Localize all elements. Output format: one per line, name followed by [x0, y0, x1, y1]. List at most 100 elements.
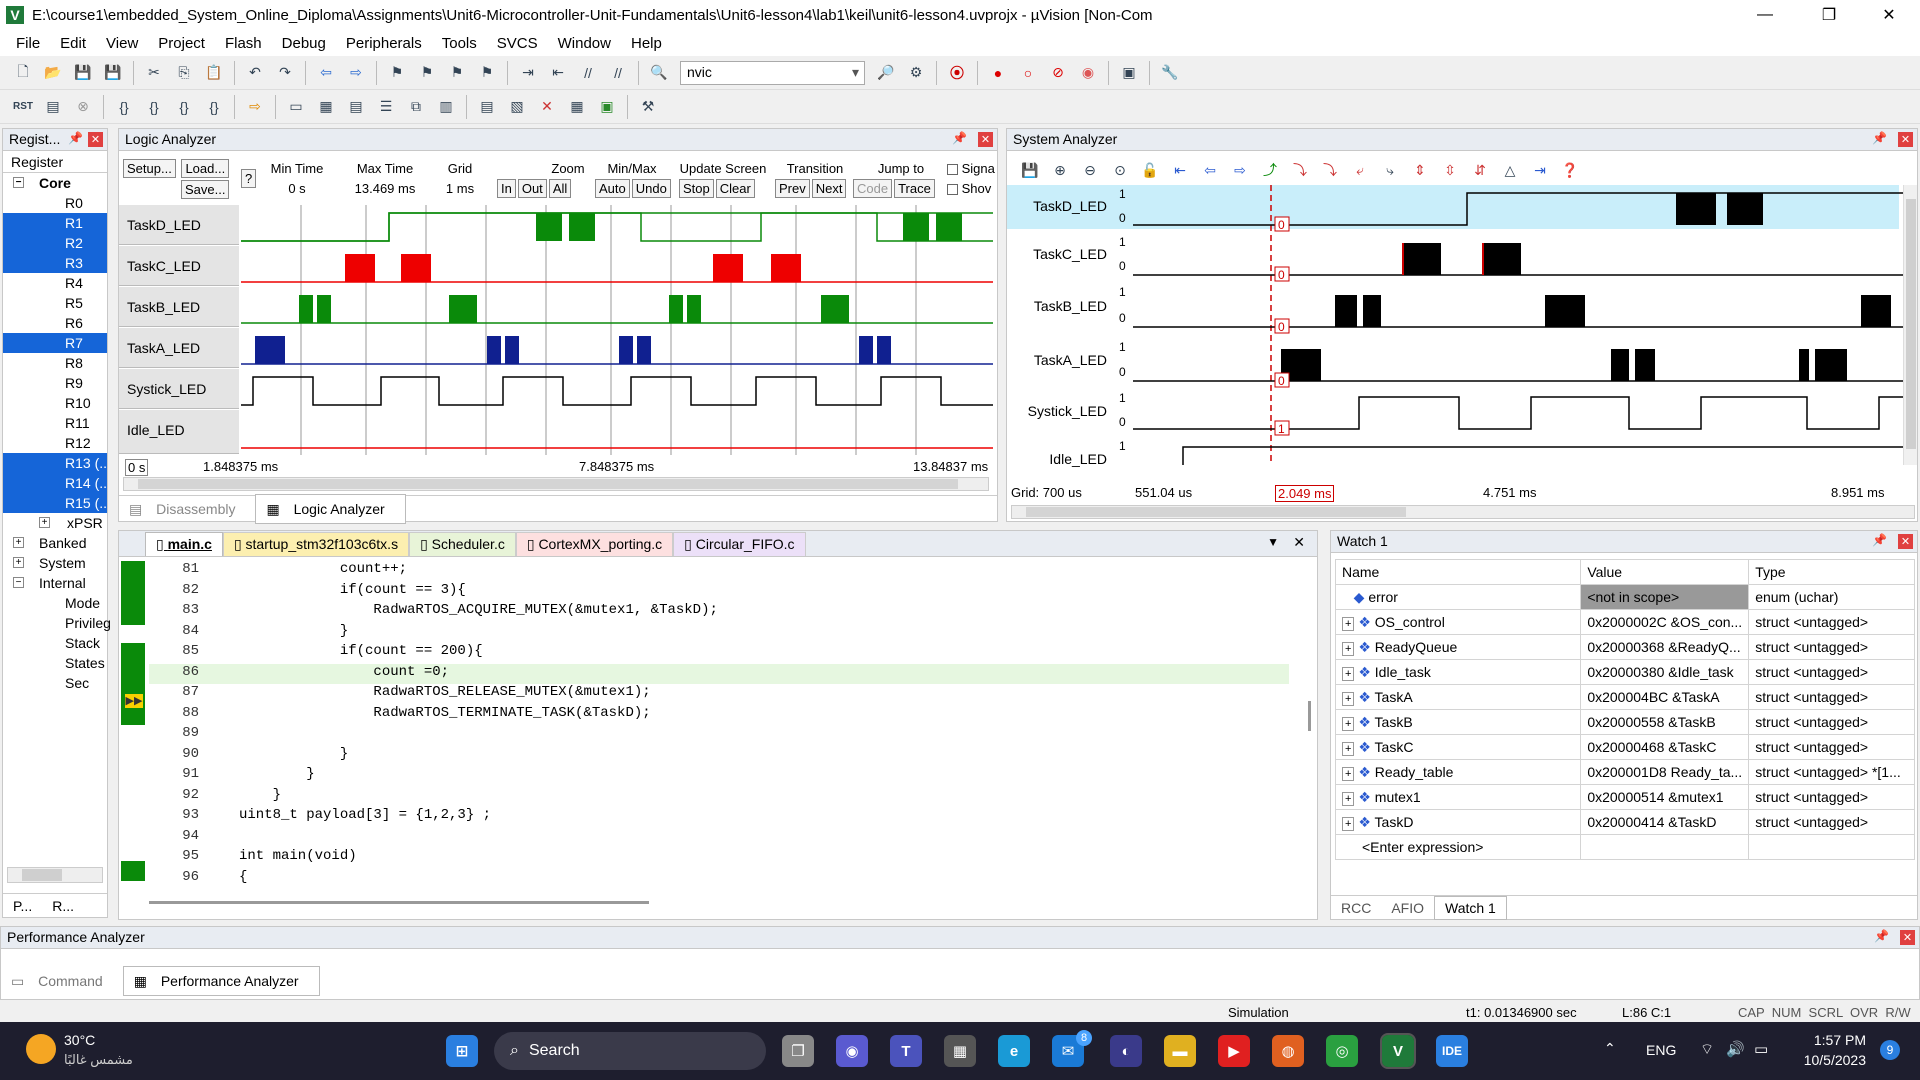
sa-prev-icon[interactable]: ⇦ — [1198, 158, 1222, 182]
toolbox-icon[interactable]: ⚒ — [636, 95, 660, 119]
start-button[interactable]: ⊞ — [446, 1035, 478, 1067]
find-in-files-icon[interactable]: 🔍 — [647, 61, 671, 85]
file-explorer-icon[interactable]: ▬ — [1164, 1035, 1196, 1067]
close-window-button[interactable]: ✕ — [1866, 0, 1912, 30]
register-item[interactable]: R1 — [3, 213, 107, 233]
editor-v-scrollbar[interactable] — [1305, 561, 1315, 891]
close-icon[interactable]: ✕ — [978, 132, 993, 147]
breakpoint-kill-all-icon[interactable]: ◉ — [1076, 61, 1100, 85]
disassembly-window-icon[interactable]: ▦ — [314, 95, 338, 119]
sa-signal-taskc[interactable]: TaskC_LED — [1007, 246, 1129, 262]
code-line[interactable]: 96 { — [149, 869, 1289, 889]
register-item[interactable]: R13 (.. — [3, 453, 107, 473]
notification-badge[interactable]: 9 — [1880, 1040, 1900, 1060]
expand-icon[interactable]: + — [1342, 691, 1355, 706]
core-group[interactable]: − Core — [3, 173, 107, 193]
logic-waveform[interactable] — [241, 205, 993, 455]
register-item[interactable]: R11 — [3, 413, 107, 433]
watch-row[interactable]: + ❖ mutex1 0x20000514 &mutex1 struct <unta… — [1335, 784, 1915, 810]
code-line[interactable]: 86 count =0; — [149, 663, 1289, 684]
minimize-button[interactable]: — — [1742, 0, 1788, 30]
redo-icon[interactable]: ↷ — [273, 61, 297, 85]
task-view-icon[interactable]: ❐ — [782, 1035, 814, 1067]
internal-item[interactable]: Sec — [3, 673, 107, 693]
find-icon[interactable]: 🔎 — [874, 61, 898, 85]
sa-signal-idle[interactable]: Idle_LED — [1007, 451, 1129, 467]
col-name[interactable]: Name — [1335, 559, 1582, 585]
register-item[interactable]: R8 — [3, 353, 107, 373]
pin-icon[interactable]: 📌 — [1874, 929, 1889, 943]
undo-button[interactable]: Undo — [631, 179, 671, 198]
registers-h-scrollbar[interactable] — [7, 867, 103, 883]
nav-back-icon[interactable]: ⇦ — [314, 61, 338, 85]
paste-icon[interactable]: 📋 — [202, 61, 226, 85]
pin-icon[interactable]: 📌 — [952, 131, 967, 145]
internal-item[interactable]: Privileg — [3, 613, 111, 633]
tab-main-c[interactable]: ▯ main.c — [145, 532, 223, 556]
system-group[interactable]: + System — [3, 553, 107, 573]
close-icon[interactable]: ✕ — [1898, 132, 1913, 147]
eclipse-icon[interactable]: ◐ — [1110, 1035, 1142, 1067]
pin-icon[interactable]: 📌 — [68, 131, 83, 145]
zoom-out-button[interactable]: Out — [517, 179, 547, 198]
find-combo[interactable]: nvic — [680, 60, 865, 85]
sa-edge-rise-icon[interactable]: ⤴ — [1258, 158, 1282, 182]
memory-window-icon[interactable]: ▤ — [475, 95, 499, 119]
banked-group[interactable]: + Banked — [3, 533, 107, 553]
edge-icon[interactable]: e — [998, 1035, 1030, 1067]
sa-signal-taskd[interactable]: TaskD_LED — [1007, 198, 1129, 214]
register-item[interactable]: R3 — [3, 253, 107, 273]
analysis-window-icon[interactable]: ✕ — [535, 95, 559, 119]
internal-item[interactable]: States — [3, 653, 107, 673]
sa-waveform[interactable] — [1133, 185, 1903, 465]
signal-taskb[interactable]: TaskB_LED — [119, 287, 239, 327]
breakpoint-enable-icon[interactable]: ○ — [1016, 61, 1040, 85]
editor-h-scrollbar[interactable] — [149, 901, 649, 904]
wifi-icon[interactable]: ⌔ — [1700, 1040, 1714, 1059]
store-icon[interactable]: ▦ — [944, 1035, 976, 1067]
register-item[interactable]: R7 — [3, 333, 107, 353]
close-icon[interactable]: ✕ — [1898, 534, 1913, 549]
register-item[interactable]: R0 — [3, 193, 107, 213]
close-tab-icon[interactable]: ✕ — [1293, 534, 1305, 551]
signal-idle[interactable]: Idle_LED — [119, 410, 239, 454]
expand-icon[interactable]: + — [1342, 616, 1355, 631]
trace-window-icon[interactable]: ▦ — [565, 95, 589, 119]
copy-icon[interactable]: ⎘ — [172, 61, 196, 85]
save-all-icon[interactable]: 💾 — [101, 61, 125, 85]
clear-button[interactable]: Clear — [715, 179, 755, 198]
sa-lock-icon[interactable]: 🔓 — [1138, 158, 1162, 182]
menu-window[interactable]: Window — [548, 35, 621, 52]
menu-debug[interactable]: Debug — [272, 35, 336, 52]
code-line[interactable]: 87 RadwaRTOS_RELEASE_MUTEX(&mutex1); — [149, 684, 1289, 704]
code-line[interactable]: 89 — [149, 725, 1289, 745]
sa-h-scrollbar[interactable] — [1011, 505, 1915, 519]
code-line[interactable]: 85 if(count == 200){ — [149, 643, 1289, 663]
debug-session-icon[interactable]: ⦿ — [945, 61, 969, 85]
incremental-find-icon[interactable]: ⚙ — [904, 61, 928, 85]
comment-icon[interactable]: // — [576, 61, 600, 85]
undo-icon[interactable]: ↶ — [243, 61, 267, 85]
disassembly-tab[interactable]: ▤ Disassembly — [119, 495, 255, 523]
breakpoint-disable-all-icon[interactable]: ⊘ — [1046, 61, 1070, 85]
watch-row[interactable]: + ❖ OS_control 0x2000002C &OS_con... struc… — [1335, 609, 1915, 635]
indent-icon[interactable]: ⇥ — [516, 61, 540, 85]
zoom-all-button[interactable]: All — [548, 179, 572, 198]
prev-button[interactable]: Prev — [775, 179, 810, 198]
sa-zoom-out-icon[interactable]: ⊖ — [1078, 158, 1102, 182]
expand-icon[interactable]: + — [1342, 816, 1355, 831]
symbols-window-icon[interactable]: ▤ — [344, 95, 368, 119]
step-out-icon[interactable]: {} — [172, 95, 196, 119]
col-type[interactable]: Type — [1748, 559, 1915, 585]
expand-icon[interactable]: + — [1342, 716, 1355, 731]
code-line[interactable]: 91 } — [149, 766, 1289, 786]
clock-time[interactable]: 1:57 PM — [1794, 1032, 1866, 1048]
firefox-icon[interactable]: ◍ — [1272, 1035, 1304, 1067]
window-layout-icon[interactable]: ▣ — [1117, 61, 1141, 85]
expand-icon[interactable]: + — [1342, 766, 1355, 781]
trace-button[interactable]: Trace — [894, 179, 935, 198]
sa-delta-icon[interactable]: △ — [1498, 158, 1522, 182]
rcc-tab[interactable]: RCC — [1331, 897, 1381, 919]
signal-taskc[interactable]: TaskC_LED — [119, 246, 239, 286]
code-line[interactable]: 90 } — [149, 746, 1289, 766]
